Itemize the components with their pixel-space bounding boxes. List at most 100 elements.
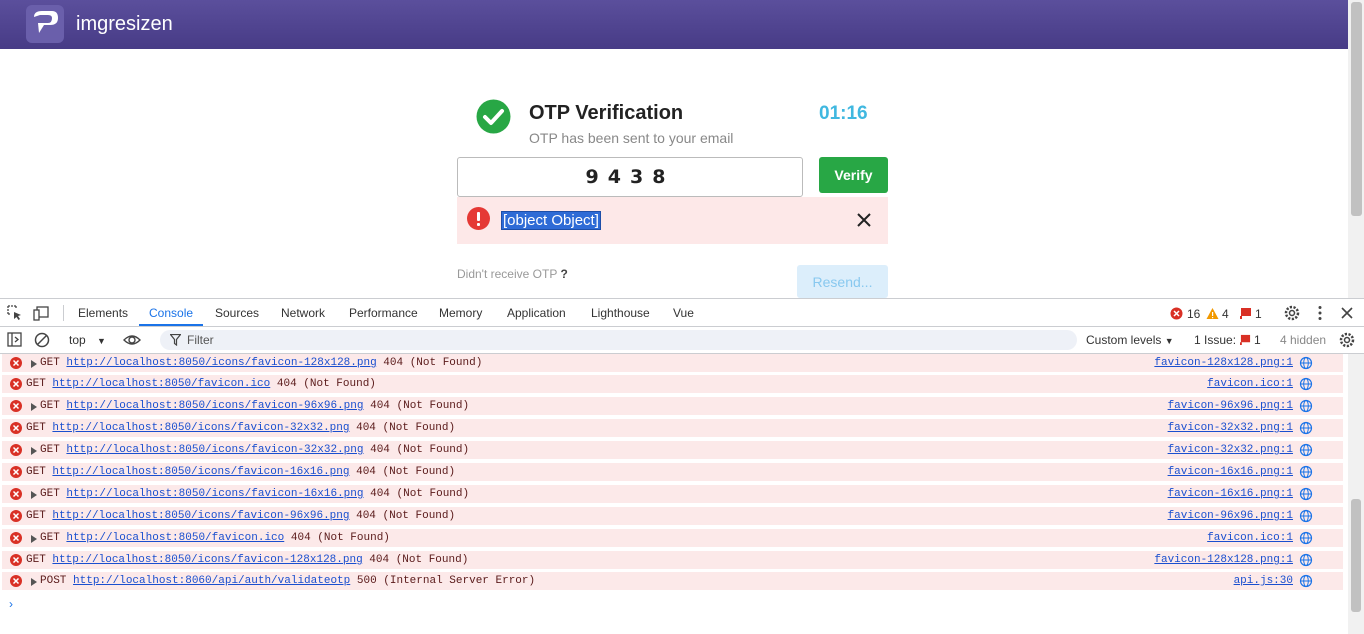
- tab-performance[interactable]: Performance: [349, 306, 418, 320]
- network-request-icon[interactable]: [1299, 531, 1313, 545]
- expand-triangle-icon[interactable]: [31, 403, 37, 411]
- request-url-link[interactable]: http://localhost:8050/icons/favicon-32x3…: [52, 422, 349, 434]
- error-alert: [object Object]: [457, 197, 888, 244]
- request-url-link[interactable]: http://localhost:8050/icons/favicon-128x…: [52, 554, 362, 566]
- console-row[interactable]: GET http://localhost:8050/icons/favicon-…: [2, 507, 1343, 526]
- tab-memory[interactable]: Memory: [439, 306, 482, 320]
- console-row[interactable]: GET http://localhost:8050/icons/favicon-…: [2, 354, 1343, 373]
- close-devtools-icon[interactable]: [1338, 304, 1356, 322]
- console-row[interactable]: GET http://localhost:8050/icons/favicon-…: [2, 551, 1343, 570]
- network-request-icon[interactable]: [1299, 487, 1313, 501]
- console-row[interactable]: POST http://localhost:8060/api/auth/vali…: [2, 572, 1343, 591]
- console-row[interactable]: GET http://localhost:8050/icons/favicon-…: [2, 485, 1343, 504]
- close-icon[interactable]: [855, 211, 873, 229]
- log-levels-dropdown[interactable]: Custom levels ▼: [1086, 333, 1174, 347]
- response-status: 500 (Internal Server Error): [356, 575, 536, 587]
- eye-icon[interactable]: [123, 331, 141, 349]
- request-url-link[interactable]: http://localhost:8050/icons/favicon-32x3…: [66, 444, 363, 456]
- console-prompt[interactable]: ›: [9, 597, 13, 611]
- network-request-icon[interactable]: [1299, 377, 1313, 391]
- source-link[interactable]: favicon-32x32.png:1: [1168, 444, 1293, 456]
- device-toolbar-icon[interactable]: [33, 304, 51, 322]
- console-row[interactable]: GET http://localhost:8050/icons/favicon-…: [2, 397, 1343, 416]
- tab-lighthouse[interactable]: Lighthouse: [591, 306, 650, 320]
- request-url-link[interactable]: http://localhost:8050/icons/favicon-16x1…: [66, 488, 363, 500]
- network-request-icon[interactable]: [1299, 356, 1313, 370]
- source-link[interactable]: favicon.ico:1: [1207, 378, 1293, 390]
- source-link[interactable]: favicon-128x128.png:1: [1154, 357, 1293, 369]
- issues-label[interactable]: 1 Issue:: [1194, 333, 1236, 347]
- page-scrollbar-thumb[interactable]: [1351, 2, 1362, 216]
- warning-count[interactable]: 4: [1222, 307, 1229, 321]
- tab-elements[interactable]: Elements: [78, 306, 128, 320]
- filter-placeholder: Filter: [187, 333, 214, 347]
- source-link[interactable]: favicon.ico:1: [1207, 532, 1293, 544]
- settings-gear-icon[interactable]: [1283, 304, 1301, 322]
- resend-button[interactable]: Resend...: [797, 265, 888, 298]
- error-icon: [10, 488, 22, 500]
- tab-vue[interactable]: Vue: [673, 306, 694, 320]
- tab-console[interactable]: Console: [149, 306, 193, 320]
- filter-input[interactable]: [160, 330, 1077, 350]
- network-request-icon[interactable]: [1299, 574, 1313, 588]
- brand-name[interactable]: imgresizen: [76, 13, 173, 36]
- network-request-icon[interactable]: [1299, 421, 1313, 435]
- expand-triangle-icon[interactable]: [31, 578, 37, 586]
- expand-triangle-icon[interactable]: [31, 535, 37, 543]
- tab-network[interactable]: Network: [281, 306, 325, 320]
- clear-console-icon[interactable]: [33, 331, 51, 349]
- network-request-icon[interactable]: [1299, 465, 1313, 479]
- request-url-link[interactable]: http://localhost:8050/icons/favicon-128x…: [66, 357, 376, 369]
- source-link[interactable]: api.js:30: [1234, 575, 1293, 587]
- console-row[interactable]: GET http://localhost:8050/favicon.ico 40…: [2, 375, 1343, 394]
- source-link[interactable]: favicon-16x16.png:1: [1168, 488, 1293, 500]
- issues-count[interactable]: 1: [1254, 333, 1261, 347]
- request-url-link[interactable]: http://localhost:8050/icons/favicon-96x9…: [52, 510, 349, 522]
- source-link[interactable]: favicon-32x32.png:1: [1168, 422, 1293, 434]
- toolbar-divider: [63, 305, 64, 321]
- console-row[interactable]: GET http://localhost:8050/icons/favicon-…: [2, 441, 1343, 460]
- network-request-icon[interactable]: [1299, 553, 1313, 567]
- error-count-icon[interactable]: [1170, 307, 1183, 320]
- issue-badge-count[interactable]: 1: [1255, 307, 1262, 321]
- request-url-link[interactable]: http://localhost:8050/favicon.ico: [66, 532, 284, 544]
- source-link[interactable]: favicon-128x128.png:1: [1154, 554, 1293, 566]
- response-status: 404 (Not Found): [370, 444, 470, 456]
- more-options-icon[interactable]: [1311, 304, 1329, 322]
- console-row[interactable]: GET http://localhost:8050/icons/favicon-…: [2, 463, 1343, 482]
- request-url-link[interactable]: http://localhost:8050/favicon.ico: [52, 378, 270, 390]
- inspect-element-icon[interactable]: [6, 304, 24, 322]
- tab-sources[interactable]: Sources: [215, 306, 259, 320]
- warning-count-icon[interactable]: [1206, 307, 1219, 320]
- network-request-icon[interactable]: [1299, 399, 1313, 413]
- error-icon: [10, 378, 22, 390]
- tab-application[interactable]: Application: [507, 306, 566, 320]
- console-settings-icon[interactable]: [1338, 331, 1356, 349]
- request-url-link[interactable]: http://localhost:8060/api/auth/validateo…: [73, 575, 350, 587]
- otp-input[interactable]: [457, 157, 803, 197]
- expand-triangle-icon[interactable]: [31, 447, 37, 455]
- console-message: GET http://localhost:8050/favicon.ico 40…: [40, 532, 390, 544]
- source-link[interactable]: favicon-16x16.png:1: [1168, 466, 1293, 478]
- resend-prompt-text: Didn't receive OTP: [457, 267, 558, 281]
- request-url-link[interactable]: http://localhost:8050/icons/favicon-16x1…: [52, 466, 349, 478]
- console-row[interactable]: GET http://localhost:8050/favicon.ico 40…: [2, 529, 1343, 548]
- expand-triangle-icon[interactable]: [31, 360, 37, 368]
- sidebar-toggle-icon[interactable]: [6, 331, 24, 349]
- issue-flag-icon[interactable]: [1240, 307, 1252, 319]
- request-url-link[interactable]: http://localhost:8050/icons/favicon-96x9…: [66, 400, 363, 412]
- console-row[interactable]: GET http://localhost:8050/icons/favicon-…: [2, 419, 1343, 438]
- console-scrollbar-thumb[interactable]: [1351, 499, 1361, 612]
- verify-button[interactable]: Verify: [819, 157, 888, 193]
- console-message: GET http://localhost:8050/icons/favicon-…: [40, 400, 469, 412]
- expand-triangle-icon[interactable]: [31, 491, 37, 499]
- network-request-icon[interactable]: [1299, 443, 1313, 457]
- context-selector[interactable]: top ▼: [69, 333, 106, 347]
- error-count[interactable]: 16: [1187, 307, 1200, 321]
- brand-logo[interactable]: [26, 5, 64, 43]
- console-log: GET http://localhost:8050/icons/favicon-…: [0, 354, 1346, 634]
- source-link[interactable]: favicon-96x96.png:1: [1168, 400, 1293, 412]
- issue-flag-icon[interactable]: [1240, 334, 1251, 345]
- network-request-icon[interactable]: [1299, 509, 1313, 523]
- source-link[interactable]: favicon-96x96.png:1: [1168, 510, 1293, 522]
